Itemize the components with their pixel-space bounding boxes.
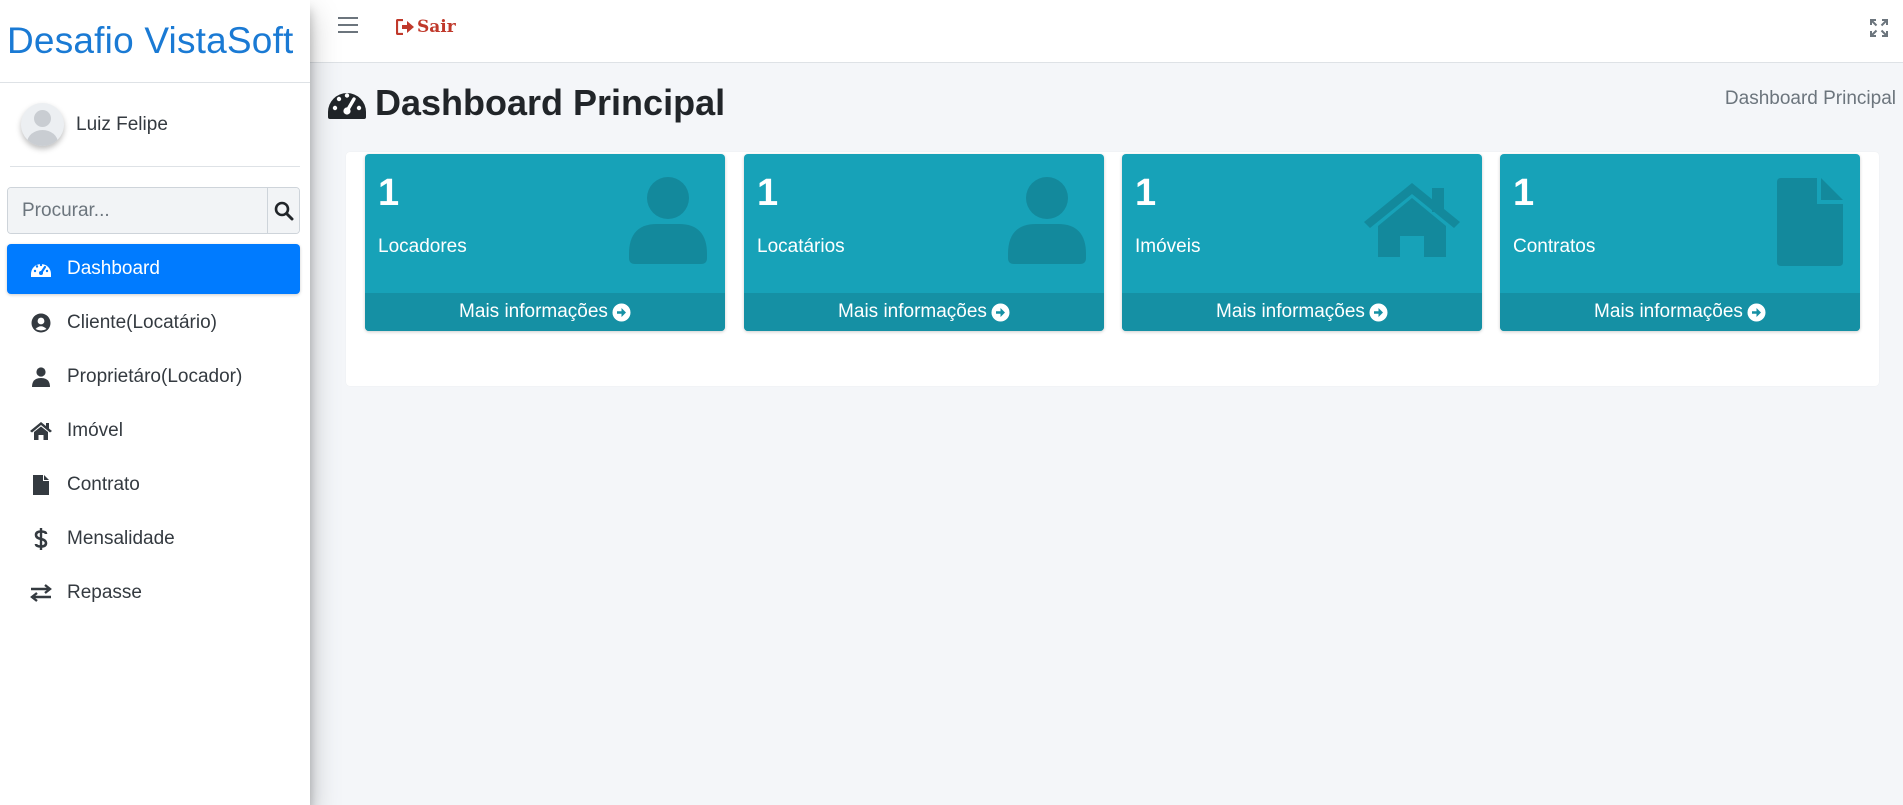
- menu-toggle-icon[interactable]: [338, 17, 358, 37]
- sign-out-icon: [396, 19, 414, 35]
- home-icon: [29, 419, 53, 443]
- brand-title: Desafio VistaSoft: [7, 20, 294, 61]
- file-icon: [1777, 178, 1843, 271]
- more-info-label: Mais informações: [459, 301, 608, 322]
- search-input[interactable]: [8, 188, 267, 233]
- user-panel: Luiz Felipe: [10, 83, 300, 167]
- sidebar-item-label: Proprietáro(Locador): [67, 366, 243, 387]
- sidebar-item-dashboard[interactable]: Dashboard: [7, 244, 300, 294]
- user-circle-icon: [29, 311, 53, 335]
- user-icon: [629, 176, 707, 269]
- sidebar-item-label: Contrato: [67, 474, 140, 495]
- sidebar-item-label: Repasse: [67, 582, 142, 603]
- more-info-label: Mais informações: [1216, 301, 1365, 322]
- gauge-icon: [29, 257, 53, 281]
- arrow-circle-right-icon: [991, 303, 1010, 321]
- top-navbar: Sair: [310, 0, 1903, 63]
- small-box-locatarios: 1 Locatários Mais informações: [744, 154, 1104, 331]
- file-icon: [29, 473, 53, 497]
- search-icon: [274, 201, 293, 220]
- arrow-circle-right-icon: [1369, 303, 1388, 321]
- sidebar-item-cliente[interactable]: Cliente(Locatário): [7, 298, 300, 348]
- more-info-link[interactable]: Mais informações: [744, 293, 1104, 331]
- dollar-icon: [29, 527, 53, 551]
- page-title: Dashboard Principal: [327, 82, 725, 124]
- box-count: 1: [378, 172, 400, 214]
- brand-link[interactable]: Desafio VistaSoft: [0, 0, 310, 83]
- more-info-link[interactable]: Mais informações: [365, 293, 725, 331]
- sidebar-item-contrato[interactable]: Contrato: [7, 460, 300, 510]
- sidebar-item-label: Imóvel: [67, 420, 123, 441]
- sidebar-nav: Dashboard Cliente(Locatário) Proprietáro…: [7, 244, 300, 618]
- arrow-circle-right-icon: [1747, 303, 1766, 321]
- arrow-circle-right-icon: [612, 303, 631, 321]
- logout-button[interactable]: Sair: [396, 17, 456, 37]
- box-label: Locatários: [757, 236, 845, 257]
- box-count: 1: [1513, 172, 1535, 214]
- more-info-link[interactable]: Mais informações: [1500, 293, 1860, 331]
- sidebar: Desafio VistaSoft Luiz Felipe Dashboard …: [0, 0, 310, 805]
- sidebar-item-label: Cliente(Locatário): [67, 312, 217, 333]
- search-button[interactable]: [267, 188, 299, 233]
- home-icon: [1362, 180, 1462, 265]
- breadcrumb: Dashboard Principal: [1724, 88, 1896, 109]
- small-box-imoveis: 1 Imóveis Mais informações: [1122, 154, 1482, 331]
- page-title-text: Dashboard Principal: [375, 82, 726, 123]
- user-icon: [29, 365, 53, 389]
- fullscreen-icon[interactable]: [1869, 18, 1889, 38]
- avatar: [21, 103, 64, 146]
- sidebar-item-label: Mensalidade: [67, 528, 175, 549]
- more-info-link[interactable]: Mais informações: [1122, 293, 1482, 331]
- sidebar-search: [7, 187, 300, 234]
- box-count: 1: [1135, 172, 1157, 214]
- small-box-locadores: 1 Locadores Mais informações: [365, 154, 725, 331]
- box-label: Contratos: [1513, 236, 1596, 257]
- user-name[interactable]: Luiz Felipe: [76, 114, 168, 136]
- content-header: Dashboard Principal Dashboard Principal: [327, 82, 1903, 132]
- sidebar-item-imovel[interactable]: Imóvel: [7, 406, 300, 456]
- logout-label: Sair: [417, 17, 456, 37]
- user-icon: [1008, 176, 1086, 269]
- box-label: Imóveis: [1135, 236, 1201, 257]
- sidebar-item-repasse[interactable]: Repasse: [7, 568, 300, 618]
- box-label: Locadores: [378, 236, 467, 257]
- sidebar-item-mensalidade[interactable]: Mensalidade: [7, 514, 300, 564]
- sidebar-item-label: Dashboard: [67, 258, 160, 279]
- more-info-label: Mais informações: [838, 301, 987, 322]
- exchange-icon: [29, 581, 53, 605]
- more-info-label: Mais informações: [1594, 301, 1743, 322]
- sidebar-item-proprietario[interactable]: Proprietáro(Locador): [7, 352, 300, 402]
- box-count: 1: [757, 172, 779, 214]
- small-box-contratos: 1 Contratos Mais informações: [1500, 154, 1860, 331]
- gauge-icon: [328, 93, 366, 119]
